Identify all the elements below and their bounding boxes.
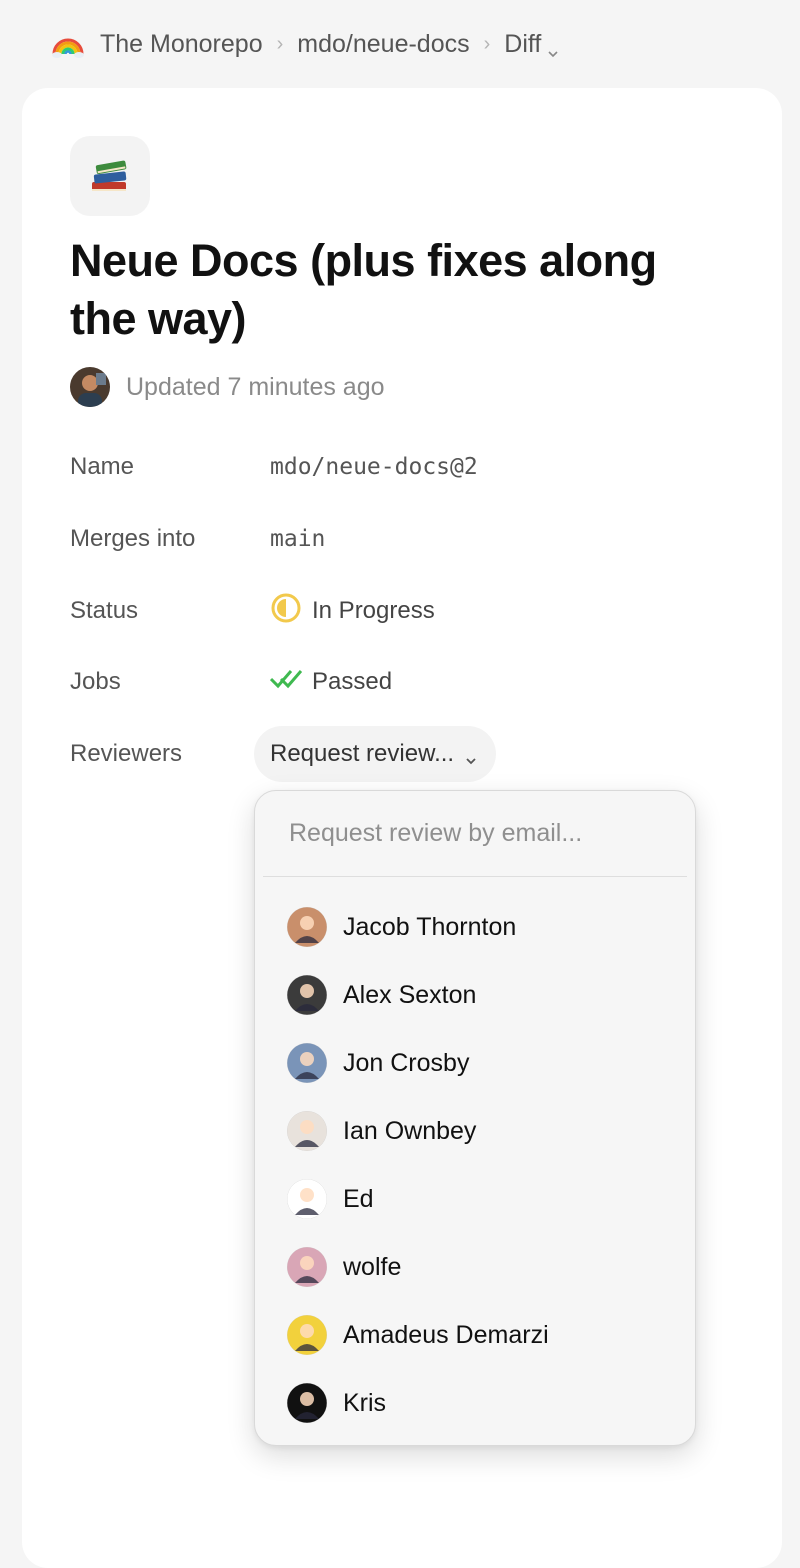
avatar: [287, 1315, 327, 1355]
jobs-value: Passed: [312, 668, 393, 695]
merges-label: Merges into: [70, 525, 196, 552]
updated-info: Updated 7 minutes ago: [70, 366, 385, 408]
list-item[interactable]: Kris: [255, 1369, 695, 1437]
avatar: [287, 1179, 327, 1219]
jobs-value-wrap: Passed: [269, 668, 393, 697]
reviewer-dropdown: Jacob Thornton Alex Sexton Jon Crosby Ian O…: [254, 790, 696, 1446]
email-search-input[interactable]: [263, 791, 687, 877]
breadcrumb-branch[interactable]: mdo/neue-docs: [297, 30, 469, 59]
status-label: Status: [70, 597, 139, 624]
list-item[interactable]: Jon Crosby: [255, 1029, 695, 1097]
list-item[interactable]: Alex Sexton: [255, 961, 695, 1029]
avatar: [287, 1383, 327, 1423]
reviewers-row: Reviewers: [70, 734, 270, 774]
breadcrumb: The Monorepo › mdo/neue-docs › Diff: [52, 26, 559, 62]
avatar: [287, 1111, 327, 1151]
books-icon: [70, 136, 150, 216]
merges-row: Merges into main: [70, 519, 325, 559]
avatar: [287, 907, 327, 947]
jobs-label: Jobs: [70, 668, 121, 695]
name-label: Name: [70, 453, 135, 480]
chevron-right-icon: ›: [483, 32, 491, 55]
list-item[interactable]: Amadeus Demarzi: [255, 1301, 695, 1369]
page-title: Neue Docs (plus fixes along the way): [70, 235, 657, 344]
chevron-down-icon: [464, 747, 478, 765]
status-value-wrap: In Progress: [270, 592, 435, 631]
list-item[interactable]: wolfe: [255, 1233, 695, 1301]
avatar: [287, 1247, 327, 1287]
request-review-label: Request review...: [270, 740, 455, 767]
reviewer-name: Jon Crosby: [343, 1048, 470, 1077]
rainbow-icon[interactable]: [52, 28, 84, 60]
list-item[interactable]: Ian Ownbey: [255, 1097, 695, 1165]
reviewers-label: Reviewers: [70, 740, 183, 767]
chevron-right-icon: ›: [276, 32, 284, 55]
reviewer-name: Jacob Thornton: [343, 912, 517, 941]
status-value: In Progress: [312, 597, 435, 624]
status-row: Status In Progress: [70, 591, 435, 631]
half-circle-icon: [270, 592, 302, 631]
avatar: [287, 1043, 327, 1083]
double-check-icon: [269, 668, 303, 697]
name-row: Name mdo/neue-docs@2: [70, 447, 478, 487]
jobs-row: Jobs Passed: [70, 662, 392, 702]
reviewer-name: Ed: [343, 1184, 374, 1213]
avatar: [287, 975, 327, 1015]
reviewer-name: Amadeus Demarzi: [343, 1320, 549, 1349]
merges-value: main: [270, 526, 326, 552]
list-item[interactable]: Jacob Thornton: [255, 893, 695, 961]
reviewer-name: Kris: [343, 1388, 387, 1417]
breadcrumb-monorepo[interactable]: The Monorepo: [100, 30, 263, 59]
chevron-down-icon[interactable]: [547, 38, 559, 58]
breadcrumb-diff[interactable]: Diff: [504, 30, 541, 59]
name-value: mdo/neue-docs@2: [270, 454, 478, 480]
request-review-button[interactable]: Request review...: [254, 726, 497, 782]
list-item[interactable]: Ed: [255, 1165, 695, 1233]
updated-timestamp: Updated 7 minutes ago: [126, 372, 385, 401]
reviewer-name: Alex Sexton: [343, 980, 477, 1009]
avatar[interactable]: [70, 367, 110, 407]
reviewer-name: wolfe: [343, 1252, 402, 1281]
reviewer-name: Ian Ownbey: [343, 1116, 477, 1145]
reviewer-list: Jacob Thornton Alex Sexton Jon Crosby Ian O…: [255, 893, 695, 1437]
